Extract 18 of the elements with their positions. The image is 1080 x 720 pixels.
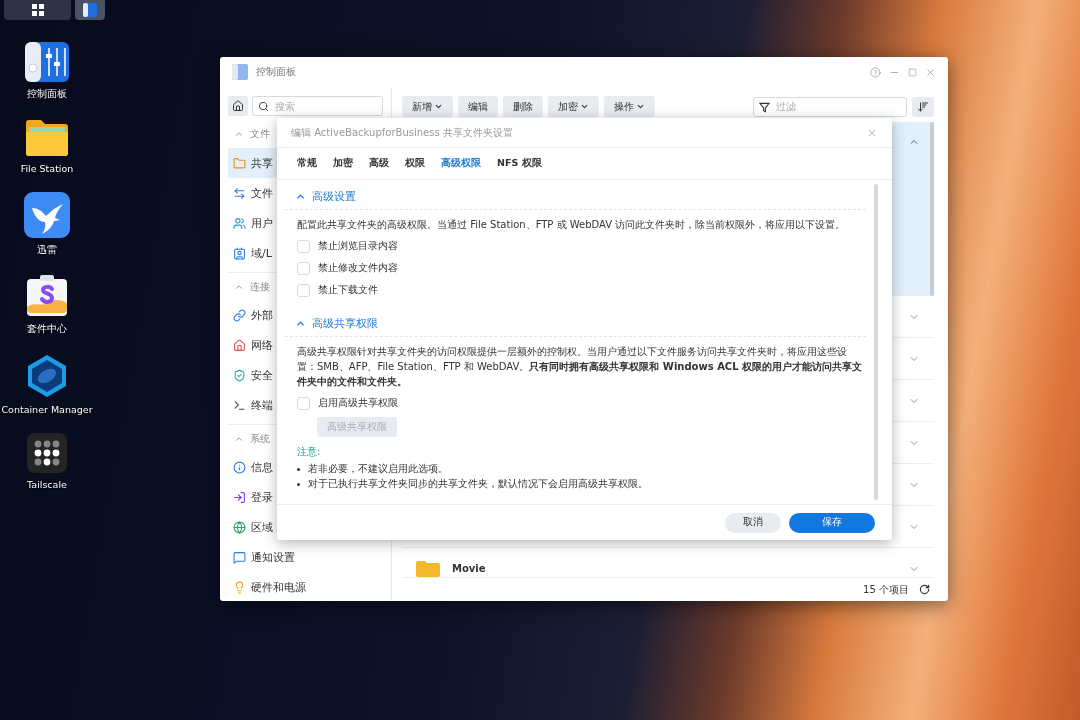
note-text: 对于已执行共享文件夹同步的共享文件夹，默认情况下会启用高级共享权限。 [308, 477, 648, 492]
note-text: 若非必要，不建议启用此选项。 [308, 462, 448, 476]
checkbox-label: 禁止下载文件 [318, 283, 378, 297]
item-count: 15 个项目 [863, 582, 909, 597]
checkbox-label: 禁止浏览目录内容 [318, 239, 398, 253]
dialog-title: 编辑 ActiveBackupforBusiness 共享文件夹设置 [291, 125, 513, 140]
section-description: 配置此共享文件夹的高级权限。当通过 File Station、FTP 或 WebDAV 访问此文件夹时，除当前权限外，将应用以下设置。 [297, 218, 847, 232]
checkbox-label: 启用高级共享权限 [318, 396, 398, 410]
section-description: 高级共享权限针对共享文件夹的访问权限提供一层额外的控制权。当用户通过以下文件服务访问共享文件夹时，将应用这些设置：SMB、AFP、File Station、FTP 和 WebDAV。只有同时拥有高级共享权限和 Windows ACL 权限的用户才能访问共享文件夹中的文件和文件夹。 [297, 345, 864, 389]
checkbox-label: 禁止修改文件内容 [318, 261, 398, 275]
section-header: 系统 [250, 431, 270, 446]
folder-name: Movie [452, 563, 487, 574]
section-title: 高级设置 [312, 189, 356, 204]
section-header: 文件 [250, 127, 270, 141]
section-header: 连接 [250, 279, 270, 294]
window-title: 控制面板 [256, 65, 297, 79]
section-title: 高级共享权限 [312, 316, 378, 331]
note-title: 注意: [297, 445, 322, 459]
